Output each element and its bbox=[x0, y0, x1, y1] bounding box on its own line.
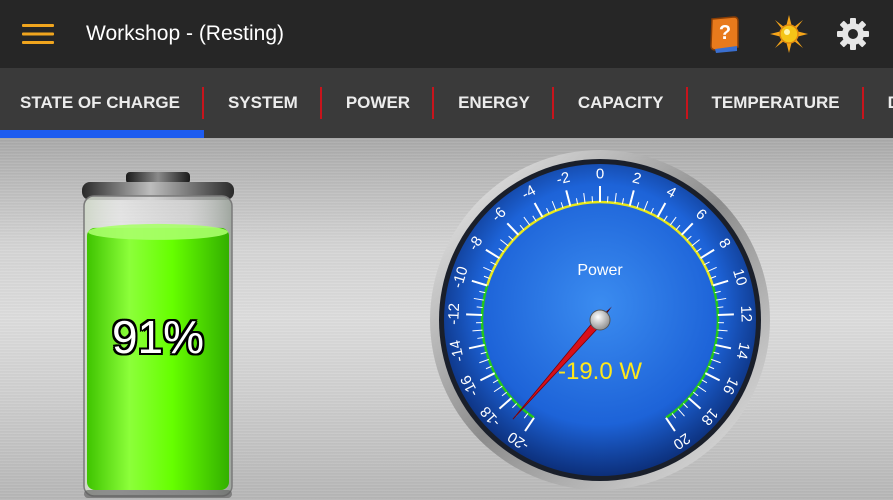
state-of-charge-panel: 91% -20 -18 -16 -14 -12 -10 -8 -6 -4 -2 0 2 4 6 8 10 12 1 bbox=[0, 138, 893, 500]
tab-temperature[interactable]: TEMPERATURE bbox=[688, 68, 864, 138]
settings-gear-icon[interactable] bbox=[829, 10, 877, 58]
svg-text:?: ? bbox=[719, 22, 731, 44]
tab-bar: STATE OF CHARGE SYSTEM POWER ENERGY CAPA… bbox=[0, 68, 893, 138]
tab-power[interactable]: POWER bbox=[322, 68, 435, 138]
tab-label: ENERGY bbox=[458, 93, 530, 112]
power-readout: -19.0 W bbox=[558, 358, 642, 385]
tab-label: STATE OF CHARGE bbox=[20, 93, 180, 112]
tab-label: CAPACITY bbox=[577, 93, 664, 112]
battery-level-surface bbox=[88, 223, 228, 240]
gauge-tick-label: 0 bbox=[596, 166, 604, 183]
tab-label: TEMPERATURE bbox=[711, 93, 840, 112]
selected-tab-indicator bbox=[0, 130, 204, 138]
tab-data[interactable]: DA bbox=[864, 68, 893, 138]
tab-label: SYSTEM bbox=[227, 93, 298, 112]
tab-label: DA bbox=[888, 93, 893, 113]
gauge-tick bbox=[717, 306, 724, 309]
tab-state-of-charge[interactable]: STATE OF CHARGE bbox=[0, 68, 204, 138]
state-of-charge-percent: 91% bbox=[111, 311, 205, 363]
app-bar: Workshop - (Resting) ? bbox=[0, 0, 893, 68]
power-gauge: -20-18-16-14-12-10-8-6-4-2 0 2468101214161… bbox=[430, 150, 770, 490]
gauge-tick-label: 14 bbox=[733, 341, 753, 361]
help-book-icon[interactable]: ? bbox=[701, 10, 749, 58]
gauge-tick bbox=[476, 306, 483, 309]
gauge-tick-label: -12 bbox=[445, 303, 463, 325]
tab-capacity[interactable]: CAPACITY bbox=[554, 68, 688, 138]
tab-energy[interactable]: ENERGY bbox=[434, 68, 554, 138]
brightness-sun-icon[interactable] bbox=[765, 10, 813, 58]
gauge-title: Power bbox=[577, 262, 623, 279]
page-title: Workshop - (Resting) bbox=[86, 22, 285, 45]
gauge-needle-hub bbox=[589, 309, 611, 331]
hamburger-menu-icon[interactable] bbox=[18, 14, 58, 54]
tab-label: POWER bbox=[345, 93, 411, 112]
gauge-tick-label: 12 bbox=[737, 305, 755, 322]
tab-system[interactable]: SYSTEM bbox=[204, 68, 322, 138]
gauge-tick bbox=[466, 313, 483, 317]
gauge-tick bbox=[717, 313, 734, 317]
